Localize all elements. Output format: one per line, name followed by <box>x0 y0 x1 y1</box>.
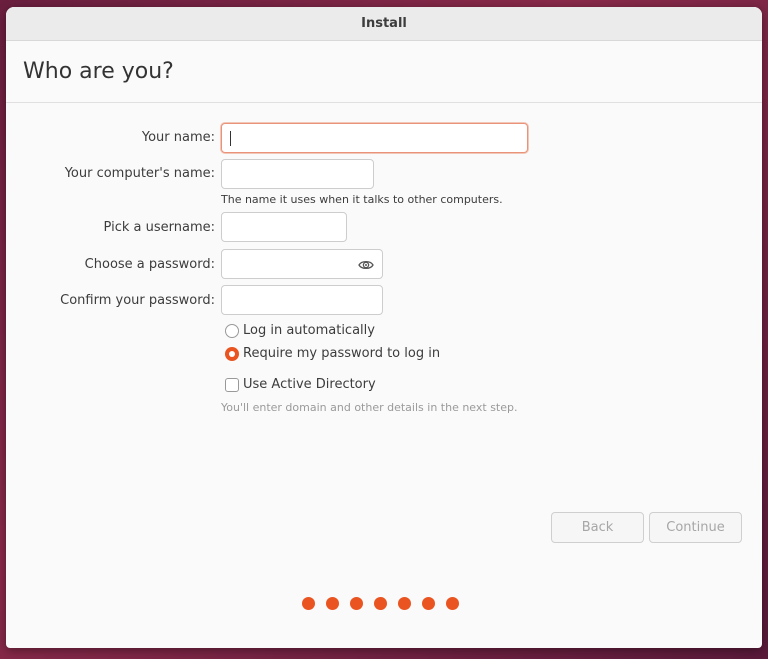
progress-dot <box>422 597 435 610</box>
confirm-password-field[interactable] <box>221 285 383 315</box>
username-label: Pick a username: <box>103 220 215 235</box>
progress-dot <box>446 597 459 610</box>
auto-login-radio-indicator <box>225 323 239 338</box>
require-password-label: Require my password to log in <box>243 346 441 361</box>
eye-icon[interactable] <box>358 257 374 273</box>
title-bar: Install <box>6 7 762 41</box>
name-label: Your name: <box>141 130 215 145</box>
installer-window: Install Who are you? Your name: Your com… <box>6 7 762 648</box>
password-field[interactable] <box>221 249 383 279</box>
auto-login-radio[interactable]: Log in automatically <box>225 323 375 338</box>
text-cursor <box>230 131 231 146</box>
active-directory-label: Use Active Directory <box>243 377 376 392</box>
name-field[interactable] <box>221 123 528 153</box>
computer-name-hint: The name it uses when it talks to other … <box>221 193 503 206</box>
progress-dot <box>302 597 315 610</box>
computer-name-label: Your computer's name: <box>64 166 215 181</box>
progress-dot <box>326 597 339 610</box>
confirm-password-label: Confirm your password: <box>60 293 215 308</box>
auto-login-label: Log in automatically <box>243 323 375 338</box>
progress-indicator <box>302 597 459 610</box>
continue-button[interactable]: Continue <box>649 512 742 543</box>
require-password-radio[interactable]: Require my password to log in <box>225 346 440 361</box>
progress-dot <box>374 597 387 610</box>
require-password-radio-indicator <box>225 346 239 361</box>
window-title: Install <box>361 16 407 31</box>
back-button[interactable]: Back <box>551 512 644 543</box>
username-field[interactable] <box>221 212 347 242</box>
active-directory-checkbox[interactable]: Use Active Directory <box>225 377 376 392</box>
active-directory-hint: You'll enter domain and other details in… <box>221 401 518 414</box>
password-label: Choose a password: <box>84 257 215 272</box>
page-header: Who are you? <box>6 41 762 103</box>
active-directory-checkbox-indicator <box>225 377 239 392</box>
page-title: Who are you? <box>23 59 174 84</box>
progress-dot <box>398 597 411 610</box>
progress-dot <box>350 597 363 610</box>
computer-name-field[interactable] <box>221 159 374 189</box>
